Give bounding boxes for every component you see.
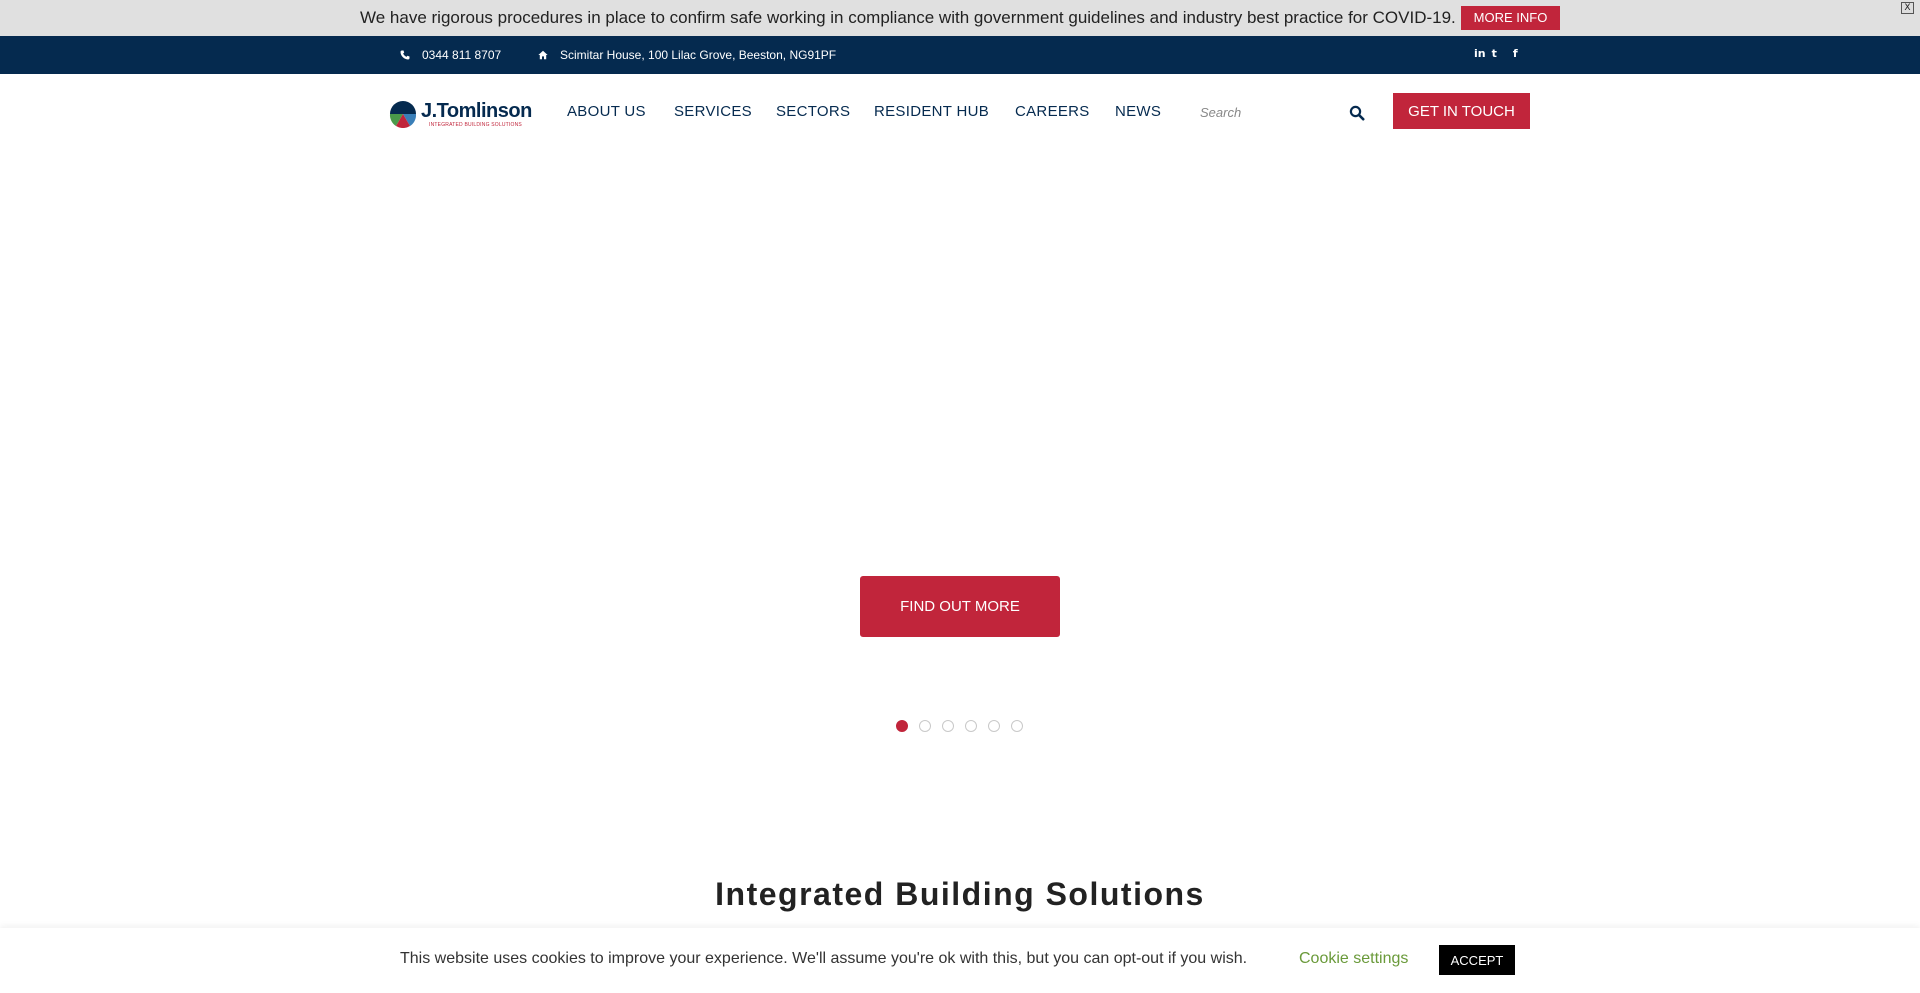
company-logo[interactable]: J.Tomlinson INTEGRATED BUILDING SOLUTION… <box>389 98 532 130</box>
cookie-settings-link[interactable]: Cookie settings <box>1299 950 1408 968</box>
logo-tagline: INTEGRATED BUILDING SOLUTIONS <box>429 122 522 128</box>
address-text: Scimitar House, 100 Lilac Grove, Beeston… <box>560 48 837 62</box>
nav-careers[interactable]: CAREERS <box>1015 103 1090 120</box>
slider-dot-4[interactable] <box>965 720 977 732</box>
top-contact-bar: 0344 811 8707 Scimitar House, 100 Lilac … <box>0 36 1920 74</box>
get-in-touch-button[interactable]: GET IN TOUCH <box>1393 93 1530 129</box>
slider-pagination <box>896 720 1023 732</box>
logo-mark-icon <box>389 101 417 128</box>
home-icon <box>538 50 548 60</box>
phone-number: 0344 811 8707 <box>422 48 502 62</box>
nav-sectors[interactable]: SECTORS <box>776 103 850 120</box>
cookie-consent-bar: This website uses cookies to improve you… <box>0 928 1920 993</box>
find-out-more-button[interactable]: FIND OUT MORE <box>860 576 1060 637</box>
social-links: in t f <box>1474 47 1518 60</box>
phone-contact[interactable]: 0344 811 8707 <box>400 48 501 62</box>
cookie-accept-button[interactable]: ACCEPT <box>1439 945 1515 975</box>
more-info-button[interactable]: MORE INFO <box>1461 6 1560 30</box>
covid-notice-text: We have rigorous procedures in place to … <box>360 8 1456 27</box>
nav-services[interactable]: SERVICES <box>674 103 752 120</box>
section-title: Integrated Building Solutions <box>715 876 1205 912</box>
nav-news[interactable]: NEWS <box>1115 103 1161 120</box>
main-header: J.Tomlinson INTEGRATED BUILDING SOLUTION… <box>0 74 1920 150</box>
nav-about-us[interactable]: ABOUT US <box>567 103 646 120</box>
cookie-message: This website uses cookies to improve you… <box>400 950 1248 967</box>
logo-wordmark: J.Tomlinson <box>421 100 532 122</box>
slider-dot-6[interactable] <box>1011 720 1023 732</box>
facebook-icon[interactable]: f <box>1513 47 1518 60</box>
phone-icon <box>400 50 410 60</box>
notice-close-button[interactable]: X <box>1901 2 1914 14</box>
slider-dot-5[interactable] <box>988 720 1000 732</box>
covid-notice-bar: We have rigorous procedures in place to … <box>0 0 1920 36</box>
search-input[interactable] <box>1200 97 1350 127</box>
slider-dot-1[interactable] <box>896 720 908 732</box>
slider-dot-3[interactable] <box>942 720 954 732</box>
address-contact: Scimitar House, 100 Lilac Grove, Beeston… <box>538 48 836 62</box>
nav-resident-hub[interactable]: RESIDENT HUB <box>874 103 989 120</box>
search-icon[interactable] <box>1349 105 1365 121</box>
slider-dot-2[interactable] <box>919 720 931 732</box>
twitter-icon[interactable]: t <box>1492 47 1497 60</box>
linkedin-icon[interactable]: in <box>1474 47 1486 60</box>
